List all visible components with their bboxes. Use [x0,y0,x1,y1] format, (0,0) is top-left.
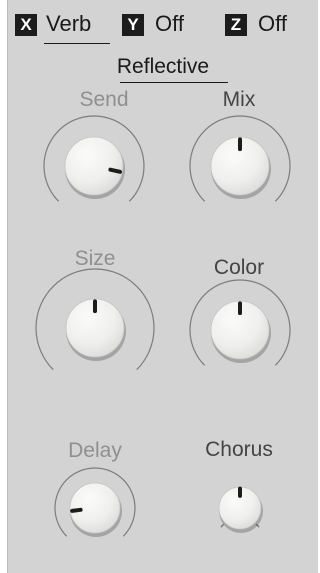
send-knob[interactable] [64,136,124,196]
delay-knob[interactable] [69,482,121,534]
reverb-panel: X Verb Y Off Z Off Reflective Send Mix S… [7,0,318,573]
delay-knob-indicator [70,507,83,513]
knob-canvas [35,115,291,537]
send-knob-indicator [108,167,123,174]
chorus-tick-min [220,523,225,528]
